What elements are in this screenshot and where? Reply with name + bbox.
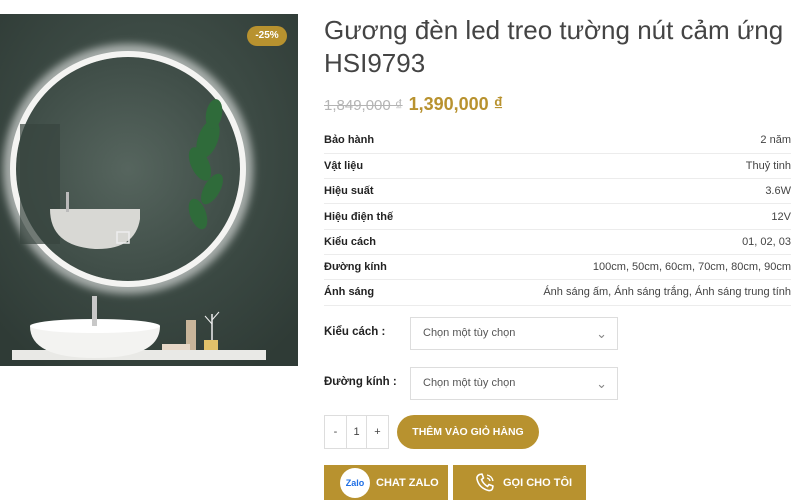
spec-label: Ánh sáng bbox=[324, 279, 474, 306]
spec-label: Vật liệu bbox=[324, 153, 474, 180]
spec-table: Bảo hành 2 năm Vật liệu Thuỷ tinh Hiệu suấ… bbox=[324, 128, 791, 306]
chat-zalo-label: CHAT ZALO bbox=[376, 476, 439, 489]
spec-row: Kiểu cách 01, 02, 03 bbox=[324, 229, 791, 255]
spec-value: 3.6W bbox=[474, 178, 791, 205]
style-option-label: Kiểu cách : bbox=[324, 326, 386, 338]
style-select[interactable]: Chọn một tùy chọn ⌄ bbox=[410, 317, 618, 350]
spec-label: Kiểu cách bbox=[324, 229, 474, 255]
spec-row: Đường kính 100cm, 50cm, 60cm, 70cm, 80cm,… bbox=[324, 254, 791, 281]
spec-row: Ánh sáng Ánh sáng ấm, Ánh sáng trắng, Ánh… bbox=[324, 279, 791, 306]
spec-value: Ánh sáng ấm, Ánh sáng trắng, Ánh sáng tr… bbox=[474, 279, 791, 306]
sale-badge: -25% bbox=[247, 26, 287, 46]
product-title: Gương đèn led treo tường nút cảm ứng HSI… bbox=[324, 15, 784, 78]
spec-label: Đường kính bbox=[324, 254, 474, 281]
spec-row: Hiệu suất 3.6W bbox=[324, 178, 791, 205]
diameter-select[interactable]: Chọn một tùy chọn ⌄ bbox=[410, 367, 618, 400]
product-image[interactable] bbox=[0, 14, 298, 366]
add-to-cart-button[interactable]: THÊM VÀO GIỎ HÀNG bbox=[397, 415, 539, 449]
spec-value: 2 năm bbox=[474, 128, 791, 154]
quantity-stepper: - 1 + bbox=[324, 415, 389, 449]
quantity-plus-button[interactable]: + bbox=[367, 416, 388, 448]
chevron-down-icon: ⌄ bbox=[596, 326, 607, 341]
chevron-down-icon: ⌄ bbox=[596, 376, 607, 391]
quantity-input[interactable]: 1 bbox=[346, 416, 367, 448]
spec-label: Bảo hành bbox=[324, 128, 474, 154]
style-select-value: Chọn một tùy chọn bbox=[423, 327, 516, 339]
spec-value: Thuỷ tinh bbox=[474, 153, 791, 180]
mirror-photo bbox=[0, 14, 298, 366]
spec-label: Hiệu suất bbox=[324, 178, 474, 205]
price: 1,849,000 ₫ 1,390,000 ₫ bbox=[324, 94, 503, 118]
spec-value: 12V bbox=[474, 203, 791, 230]
phone-icon bbox=[476, 472, 494, 491]
spec-value: 100cm, 50cm, 60cm, 70cm, 80cm, 90cm bbox=[474, 254, 791, 281]
price-old: 1,849,000 ₫ bbox=[324, 97, 403, 114]
zalo-icon: Zalo bbox=[340, 467, 370, 498]
spec-row: Vật liệu Thuỷ tinh bbox=[324, 153, 791, 180]
chat-zalo-button[interactable]: Zalo CHAT ZALO bbox=[324, 465, 448, 500]
diameter-select-value: Chọn một tùy chọn bbox=[423, 377, 516, 389]
spec-label: Hiệu điện thế bbox=[324, 203, 474, 230]
quantity-minus-button[interactable]: - bbox=[325, 416, 346, 448]
price-new: 1,390,000 ₫ bbox=[408, 94, 503, 114]
diameter-option-label: Đường kính : bbox=[324, 376, 397, 388]
spec-row: Hiệu điện thế 12V bbox=[324, 203, 791, 230]
spec-row: Bảo hành 2 năm bbox=[324, 128, 791, 154]
call-me-button[interactable]: GỌI CHO TÔI bbox=[453, 465, 586, 500]
spec-value: 01, 02, 03 bbox=[474, 229, 791, 255]
call-me-label: GỌI CHO TÔI bbox=[503, 476, 573, 489]
